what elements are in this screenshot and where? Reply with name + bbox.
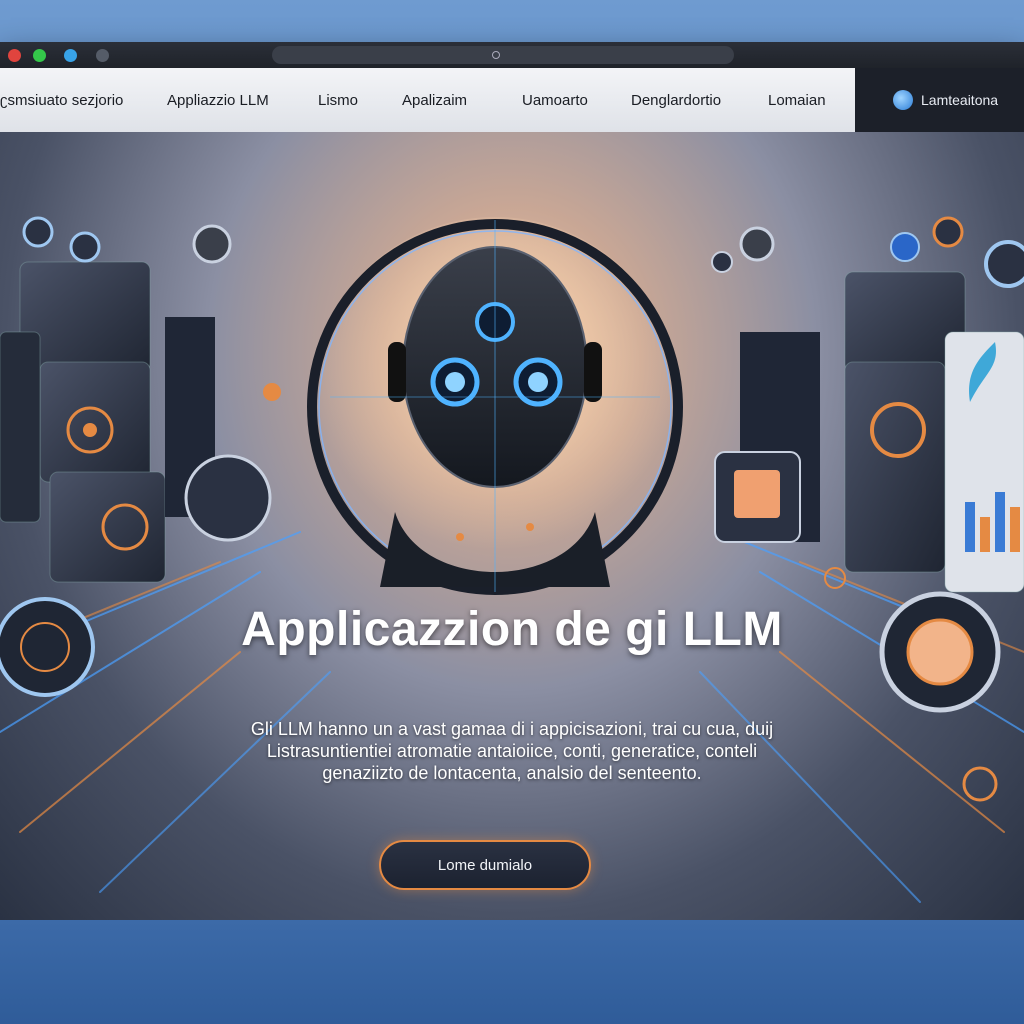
cta-button[interactable]: Lome dumialo bbox=[379, 840, 591, 890]
hero-description-line: genaziizto de lontacenta, analsio del se… bbox=[322, 763, 702, 783]
hero-title: Applicazzion de gi LLM bbox=[241, 603, 783, 656]
nav-link-lismo[interactable]: Lismo bbox=[318, 92, 358, 109]
right-panels bbox=[711, 216, 1024, 802]
menu-dot-button[interactable] bbox=[96, 49, 109, 62]
nav-link-denglardortio[interactable]: Denglardortio bbox=[631, 92, 721, 109]
hero-illustration bbox=[0, 216, 1024, 903]
hero-description-line: Listrasuntientiei atromatie antaioiice, … bbox=[266, 741, 758, 761]
nav-link-uamoarto[interactable]: Uamoarto bbox=[522, 92, 588, 109]
nav-link-applicazioni-llm[interactable]: Appliazzio LLM bbox=[167, 92, 269, 109]
maximize-window-button[interactable] bbox=[33, 49, 46, 62]
hero-description-line: Gli LLM hanno un a vast gamaa di i appic… bbox=[250, 719, 774, 739]
browser-titlebar bbox=[0, 42, 1024, 68]
robot-head-illustration bbox=[307, 217, 683, 595]
user-label: Lamteaitona bbox=[921, 92, 999, 108]
nav-link-lomaian[interactable]: Lomaian bbox=[768, 92, 826, 109]
user-avatar-icon bbox=[893, 90, 913, 110]
site-navbar: ʗsmsiuato sezjorio Appliazzio LLM Lismo … bbox=[0, 68, 1024, 132]
browser-window: ʗsmsiuato sezjorio Appliazzio LLM Lismo … bbox=[0, 42, 1024, 920]
nav-link-apalizaim[interactable]: Apalizaim bbox=[402, 92, 467, 109]
nav-links: ʗsmsiuato sezjorio Appliazzio LLM Lismo … bbox=[0, 68, 855, 132]
address-bar[interactable] bbox=[272, 46, 734, 64]
nav-link-sezione[interactable]: ʗsmsiuato sezjorio bbox=[0, 92, 123, 109]
hero-section: Applicazzion de gi LLM Gli LLM hanno un … bbox=[0, 132, 1024, 920]
info-dot-button[interactable] bbox=[64, 49, 77, 62]
hero-description: Gli LLM hanno un a vast gamaa di i appic… bbox=[150, 718, 874, 784]
site-info-icon bbox=[492, 51, 500, 59]
close-window-button[interactable] bbox=[8, 49, 21, 62]
user-menu[interactable]: Lamteaitona bbox=[893, 88, 998, 112]
desktop-background bbox=[0, 920, 1024, 1024]
